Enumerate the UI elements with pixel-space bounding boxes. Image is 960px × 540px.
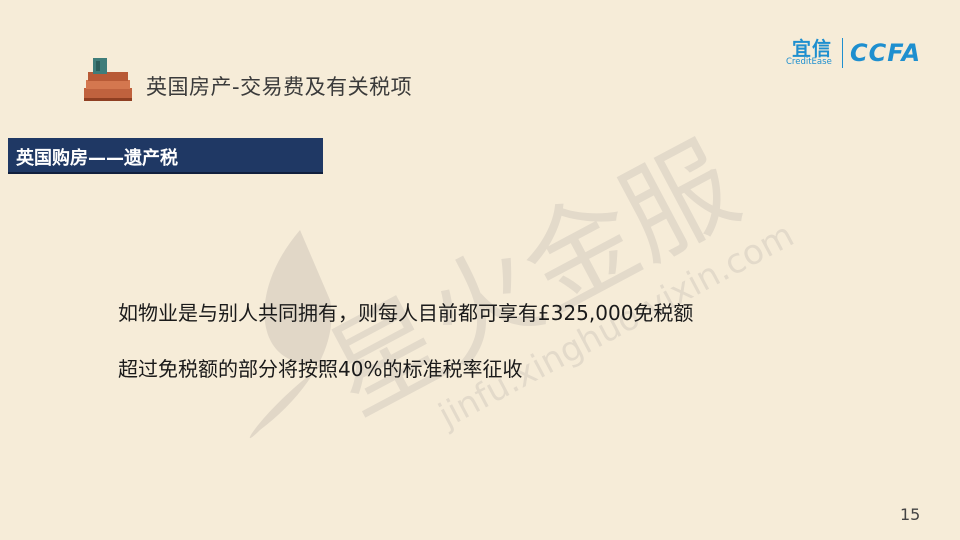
page-number: 15: [900, 505, 921, 524]
body-line: 超过免税额的部分将按照40%的标准税率征收: [118, 357, 523, 381]
body-line: 如物业是与别人共同拥有，则每人目前都可享有£325,000免税额: [118, 301, 694, 325]
section-banner: 英国购房——遗产税: [8, 138, 323, 174]
page-title: 英国房产-交易费及有关税项: [146, 75, 413, 99]
logo-brand-en: CreditEase: [786, 57, 832, 67]
watermark-text-cn: 星火金服: [308, 119, 757, 439]
logo-partner: CCFA: [850, 39, 922, 67]
books-icon: [84, 58, 132, 101]
slide: 星火金服 jinfu.xinghuo.vixin.com 英国房产-交易费及有关…: [0, 0, 960, 540]
brand-logo: 宜信 CreditEase CCFA: [786, 36, 936, 72]
section-banner-text: 英国购房——遗产税: [16, 148, 178, 169]
watermark-swirl-icon: [249, 230, 332, 439]
watermark: 星火金服 jinfu.xinghuo.vixin.com: [249, 119, 800, 439]
logo-divider: [842, 38, 843, 68]
